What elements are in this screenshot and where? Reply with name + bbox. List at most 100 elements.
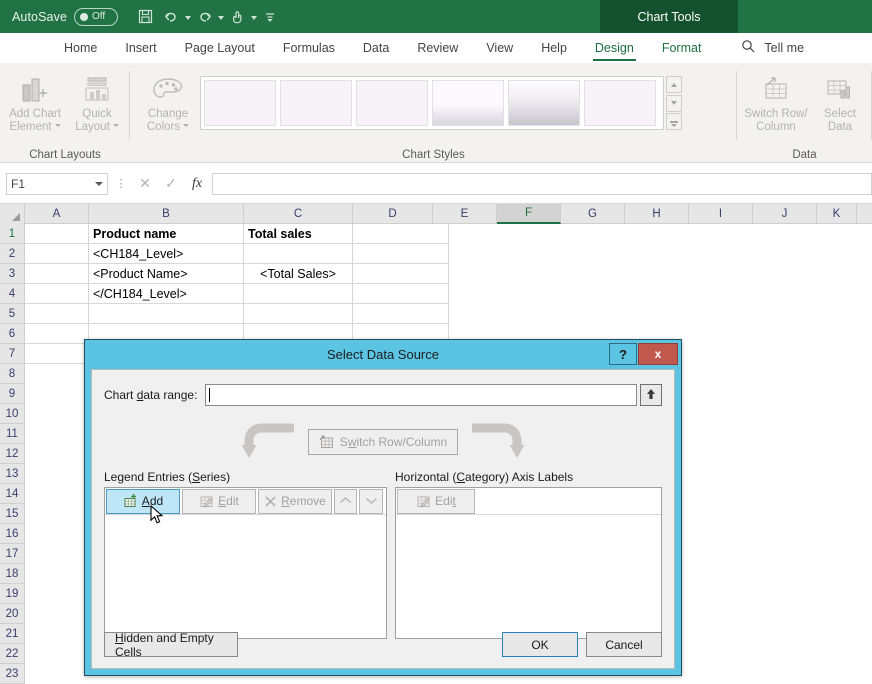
- column-header-e[interactable]: E: [433, 204, 497, 224]
- cell-b4[interactable]: </CH184_Level>: [89, 284, 244, 304]
- tab-data[interactable]: Data: [349, 33, 403, 63]
- row-header-15[interactable]: 15: [0, 504, 25, 524]
- tab-review[interactable]: Review: [403, 33, 472, 63]
- column-header-j[interactable]: J: [753, 204, 817, 224]
- column-header-c[interactable]: C: [244, 204, 353, 224]
- row-header-1[interactable]: 1: [0, 224, 25, 244]
- cell-a6[interactable]: [25, 324, 89, 344]
- add-chart-element-button[interactable]: Add Chart Element: [4, 67, 66, 134]
- column-header-k[interactable]: K: [817, 204, 857, 224]
- row-header-9[interactable]: 9: [0, 384, 25, 404]
- cell-c4[interactable]: [244, 284, 353, 304]
- formula-input[interactable]: [212, 173, 872, 195]
- save-icon[interactable]: [132, 4, 158, 30]
- redo-icon[interactable]: [191, 4, 217, 30]
- chevron-down-icon[interactable]: [95, 182, 103, 186]
- cell-a2[interactable]: [25, 244, 89, 264]
- column-header-a[interactable]: A: [25, 204, 89, 224]
- cancel-button[interactable]: Cancel: [586, 632, 662, 657]
- tell-me-search[interactable]: Tell me: [741, 39, 804, 57]
- row-header-12[interactable]: 12: [0, 444, 25, 464]
- row-header-13[interactable]: 13: [0, 464, 25, 484]
- column-header-i[interactable]: I: [689, 204, 753, 224]
- hidden-and-empty-cells-button[interactable]: Hidden and Empty Cells: [104, 632, 238, 657]
- row-header-6[interactable]: 6: [0, 324, 25, 344]
- dialog-close-button[interactable]: x: [638, 343, 678, 365]
- tab-home[interactable]: Home: [50, 33, 111, 63]
- row-header-19[interactable]: 19: [0, 584, 25, 604]
- column-header-h[interactable]: H: [625, 204, 689, 224]
- row-header-11[interactable]: 11: [0, 424, 25, 444]
- tab-format[interactable]: Format: [648, 33, 716, 63]
- change-colors-dropdown-caret-icon[interactable]: [183, 124, 189, 127]
- gallery-more-button[interactable]: [666, 113, 682, 130]
- row-header-18[interactable]: 18: [0, 564, 25, 584]
- cell-c5[interactable]: [244, 304, 353, 324]
- switch-row-column-dialog-button[interactable]: Switch Row/Column: [308, 429, 458, 455]
- row-header-20[interactable]: 20: [0, 604, 25, 624]
- gallery-scroll-down-button[interactable]: [666, 95, 682, 112]
- cancel-x-icon[interactable]: ✕: [132, 173, 158, 195]
- cell-d2[interactable]: [353, 244, 449, 264]
- chart-style-thumbnail[interactable]: [356, 80, 428, 126]
- row-header-21[interactable]: 21: [0, 624, 25, 644]
- row-header-22[interactable]: 22: [0, 644, 25, 664]
- edit-series-button[interactable]: Edit: [182, 489, 256, 514]
- row-header-8[interactable]: 8: [0, 364, 25, 384]
- tab-insert[interactable]: Insert: [111, 33, 170, 63]
- quick-layout-dropdown-caret-icon[interactable]: [113, 124, 119, 127]
- move-series-down-button[interactable]: [359, 489, 383, 514]
- row-header-7[interactable]: 7: [0, 344, 25, 364]
- cell-c1[interactable]: Total sales: [244, 224, 353, 244]
- fx-icon[interactable]: fx: [184, 173, 210, 195]
- cell-d3[interactable]: [353, 264, 449, 284]
- tab-design[interactable]: Design: [581, 33, 648, 63]
- row-header-16[interactable]: 16: [0, 524, 25, 544]
- row-header-10[interactable]: 10: [0, 404, 25, 424]
- undo-icon[interactable]: [158, 4, 184, 30]
- autosave-toggle[interactable]: Off: [74, 8, 118, 26]
- ok-button[interactable]: OK: [502, 632, 578, 657]
- column-header-g[interactable]: G: [561, 204, 625, 224]
- row-header-2[interactable]: 2: [0, 244, 25, 264]
- chart-style-thumbnail[interactable]: [280, 80, 352, 126]
- legend-entries-list[interactable]: [105, 515, 386, 638]
- cell-b3[interactable]: <Product Name>: [89, 264, 244, 284]
- tab-formulas[interactable]: Formulas: [269, 33, 349, 63]
- gallery-scroll-up-button[interactable]: [666, 76, 682, 93]
- chart-style-thumbnail[interactable]: [508, 80, 580, 126]
- cell-b1[interactable]: Product name: [89, 224, 244, 244]
- touch-mode-icon[interactable]: [224, 4, 250, 30]
- dialog-help-button[interactable]: ?: [609, 343, 637, 365]
- row-header-3[interactable]: 3: [0, 264, 25, 284]
- cell-a5[interactable]: [25, 304, 89, 324]
- column-header-b[interactable]: B: [89, 204, 244, 224]
- cell-c2[interactable]: [244, 244, 353, 264]
- row-header-4[interactable]: 4: [0, 284, 25, 304]
- remove-series-button[interactable]: Remove: [258, 489, 332, 514]
- chart-style-thumbnail[interactable]: [204, 80, 276, 126]
- row-header-5[interactable]: 5: [0, 304, 25, 324]
- cell-d4[interactable]: [353, 284, 449, 304]
- cell-d5[interactable]: [353, 304, 449, 324]
- column-header-d[interactable]: D: [353, 204, 433, 224]
- enter-check-icon[interactable]: ✓: [158, 173, 184, 195]
- move-series-up-button[interactable]: [334, 489, 358, 514]
- chart-style-thumbnail[interactable]: [432, 80, 504, 126]
- cell-a3[interactable]: [25, 264, 89, 284]
- select-all-corner-icon[interactable]: [0, 204, 25, 224]
- cell-d1[interactable]: [353, 224, 449, 244]
- dialog-title-bar[interactable]: Select Data Source ? x: [85, 340, 681, 369]
- cell-a7[interactable]: [25, 344, 89, 364]
- chart-data-range-input[interactable]: [205, 384, 637, 406]
- row-header-23[interactable]: 23: [0, 664, 25, 684]
- cell-a1[interactable]: [25, 224, 89, 244]
- row-header-17[interactable]: 17: [0, 544, 25, 564]
- tab-help[interactable]: Help: [527, 33, 581, 63]
- chart-style-thumbnail[interactable]: [584, 80, 656, 126]
- add-chart-element-dropdown-caret-icon[interactable]: [55, 124, 61, 127]
- name-box[interactable]: F1: [6, 173, 108, 195]
- cell-a4[interactable]: [25, 284, 89, 304]
- tab-page-layout[interactable]: Page Layout: [171, 33, 269, 63]
- change-colors-button[interactable]: Change Colors: [136, 67, 200, 134]
